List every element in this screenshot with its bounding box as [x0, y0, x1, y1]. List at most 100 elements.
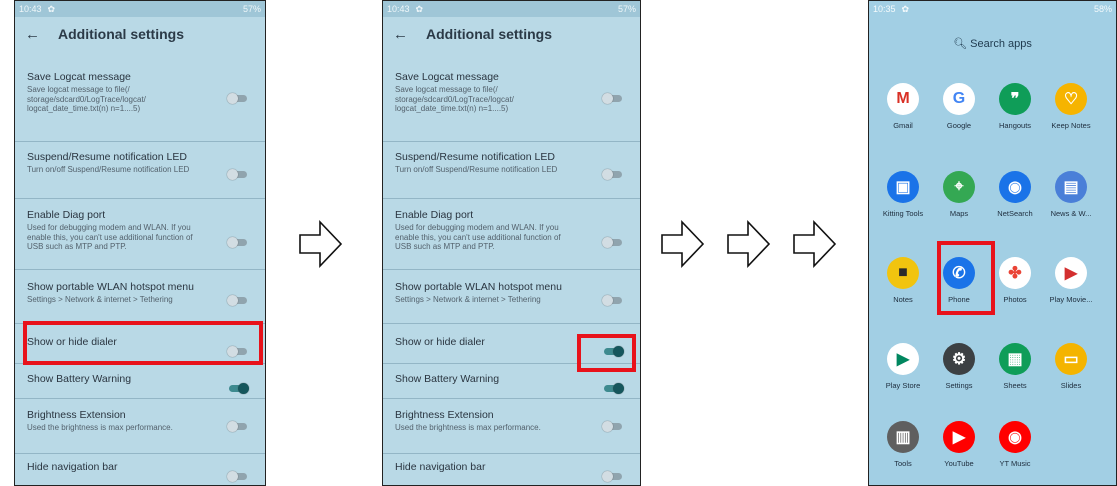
setting-title: Show or hide dialer — [395, 336, 485, 348]
setting-row[interactable]: Save Logcat message Save logcat message t… — [383, 71, 640, 114]
back-arrow-icon[interactable]: ← — [25, 26, 40, 43]
app-label: YouTube — [944, 459, 974, 468]
setting-row[interactable]: Show Battery Warning — [15, 373, 265, 394]
setting-row[interactable]: Show Battery Warning — [383, 373, 640, 394]
app-tools[interactable]: ▥ Tools — [875, 421, 931, 468]
app-phone[interactable]: ✆ Phone — [931, 257, 987, 304]
battery-level: 57% — [617, 4, 636, 14]
divider — [15, 398, 265, 399]
setting-title: Enable Diag port — [395, 209, 474, 221]
toggle-switch[interactable] — [227, 169, 249, 180]
app-hangouts[interactable]: ❞ Hangouts — [987, 83, 1043, 130]
setting-title: Suspend/Resume notification LED — [27, 151, 187, 163]
app-sheets[interactable]: ▦ Sheets — [987, 343, 1043, 390]
app-kitting-tools[interactable]: ▣ Kitting Tools — [875, 171, 931, 218]
setting-description: Used the brightness is max performance. — [27, 423, 173, 432]
app-news-weather[interactable]: ▤ News & W... — [1043, 171, 1099, 218]
toggle-switch[interactable] — [602, 346, 624, 357]
divider — [15, 453, 265, 454]
setting-row[interactable]: Brightness Extension Used the brightness … — [15, 409, 265, 433]
toggle-switch[interactable] — [227, 421, 249, 432]
app-label: Play Movie... — [1049, 295, 1093, 304]
settings-screen-after: 10:43 ✿ 57% ← Additional settings Save Lo… — [382, 0, 641, 486]
toggle-switch[interactable] — [227, 93, 249, 104]
app-keep-notes[interactable]: ♡ Keep Notes — [1043, 83, 1099, 130]
toggle-switch[interactable] — [227, 383, 249, 394]
toggle-switch[interactable] — [602, 237, 624, 248]
setting-row[interactable]: Show portable WLAN hotspot menu Settings … — [383, 281, 640, 306]
app-google[interactable]: G Google — [931, 83, 987, 130]
netsearch-icon: ◉ — [999, 171, 1031, 203]
toggle-switch[interactable] — [602, 93, 624, 104]
divider — [383, 398, 640, 399]
status-bar: 10:35 ✿ 58% — [869, 1, 1116, 17]
google-icon: G — [943, 83, 975, 115]
setting-row[interactable]: Enable Diag port Used for debugging modem… — [15, 209, 265, 252]
app-maps[interactable]: ⌖ Maps — [931, 171, 987, 218]
toggle-switch[interactable] — [227, 237, 249, 248]
setting-title: Show or hide dialer — [27, 336, 117, 348]
setting-description: Turn on/off Suspend/Resume notification … — [395, 165, 558, 174]
toggle-thumb — [238, 383, 249, 394]
divider — [383, 198, 640, 199]
app-slides[interactable]: ▭ Slides — [1043, 343, 1099, 390]
app-label: Phone — [948, 295, 970, 304]
toggle-switch[interactable] — [227, 295, 249, 306]
app-notes[interactable]: ■ Notes — [875, 257, 931, 304]
setting-description: Save logcat message to file(/ storage/sd… — [395, 85, 514, 113]
gear-icon: ✿ — [415, 3, 424, 14]
setting-row[interactable]: Show or hide dialer — [383, 336, 640, 357]
setting-title: Hide navigation bar — [395, 461, 486, 473]
toggle-switch[interactable] — [602, 169, 624, 180]
app-label: Settings — [945, 381, 973, 390]
search-apps-bar[interactable]: 🔍︎ Search apps — [869, 37, 1116, 50]
app-gmail[interactable]: M Gmail — [875, 83, 931, 130]
gear-icon: ✿ — [901, 3, 910, 14]
news-weather-icon: ▤ — [1055, 171, 1087, 203]
app-bar: ← Additional settings — [15, 17, 265, 51]
toggle-thumb — [602, 237, 613, 248]
divider — [15, 269, 265, 270]
setting-row[interactable]: Suspend/Resume notification LED Turn on/o… — [15, 151, 265, 180]
toggle-thumb — [227, 237, 238, 248]
toggle-switch[interactable] — [227, 471, 249, 482]
app-play-store[interactable]: ▶ Play Store — [875, 343, 931, 390]
toggle-switch[interactable] — [602, 295, 624, 306]
toggle-switch[interactable] — [602, 383, 624, 394]
phone-icon: ✆ — [943, 257, 975, 289]
setting-title: Hide navigation bar — [27, 461, 118, 473]
setting-row[interactable]: Enable Diag port Used for debugging modem… — [383, 209, 640, 252]
app-netsearch[interactable]: ◉ NetSearch — [987, 171, 1043, 218]
sheets-icon: ▦ — [999, 343, 1031, 375]
setting-row[interactable]: Suspend/Resume notification LED Turn on/o… — [383, 151, 640, 180]
toggle-switch[interactable] — [602, 421, 624, 432]
setting-description: Save logcat message to file(/ storage/sd… — [27, 85, 146, 113]
app-label: NetSearch — [997, 209, 1033, 218]
app-label: Hangouts — [998, 121, 1032, 130]
app-settings[interactable]: ⚙ Settings — [931, 343, 987, 390]
toggle-switch[interactable] — [227, 346, 249, 357]
toggle-thumb — [227, 421, 238, 432]
yt-music-icon: ◉ — [999, 421, 1031, 453]
settings-screen-before: 10:43 ✿ 57% ← Additional settings Save Lo… — [14, 0, 266, 486]
app-photos[interactable]: ✤ Photos — [987, 257, 1043, 304]
setting-title: Show Battery Warning — [27, 373, 132, 385]
setting-row[interactable]: Show portable WLAN hotspot menu Settings … — [15, 281, 265, 306]
setting-row[interactable]: Save Logcat message Save logcat message t… — [15, 71, 265, 114]
divider — [383, 453, 640, 454]
photos-icon: ✤ — [999, 257, 1031, 289]
play-movies-icon: ▶ — [1055, 257, 1087, 289]
setting-row[interactable]: Hide navigation bar — [383, 461, 640, 482]
toggle-thumb — [602, 295, 613, 306]
toggle-switch[interactable] — [602, 471, 624, 482]
app-youtube[interactable]: ▶ YouTube — [931, 421, 987, 468]
setting-row[interactable]: Brightness Extension Used the brightness … — [383, 409, 640, 433]
toggle-thumb — [227, 295, 238, 306]
back-arrow-icon[interactable]: ← — [393, 26, 408, 43]
setting-row[interactable]: Hide navigation bar — [15, 461, 265, 482]
setting-row[interactable]: Show or hide dialer — [15, 336, 265, 357]
maps-icon: ⌖ — [943, 171, 975, 203]
setting-title: Brightness Extension — [395, 409, 494, 421]
app-yt-music[interactable]: ◉ YT Music — [987, 421, 1043, 468]
app-play-movies[interactable]: ▶ Play Movie... — [1043, 257, 1099, 304]
